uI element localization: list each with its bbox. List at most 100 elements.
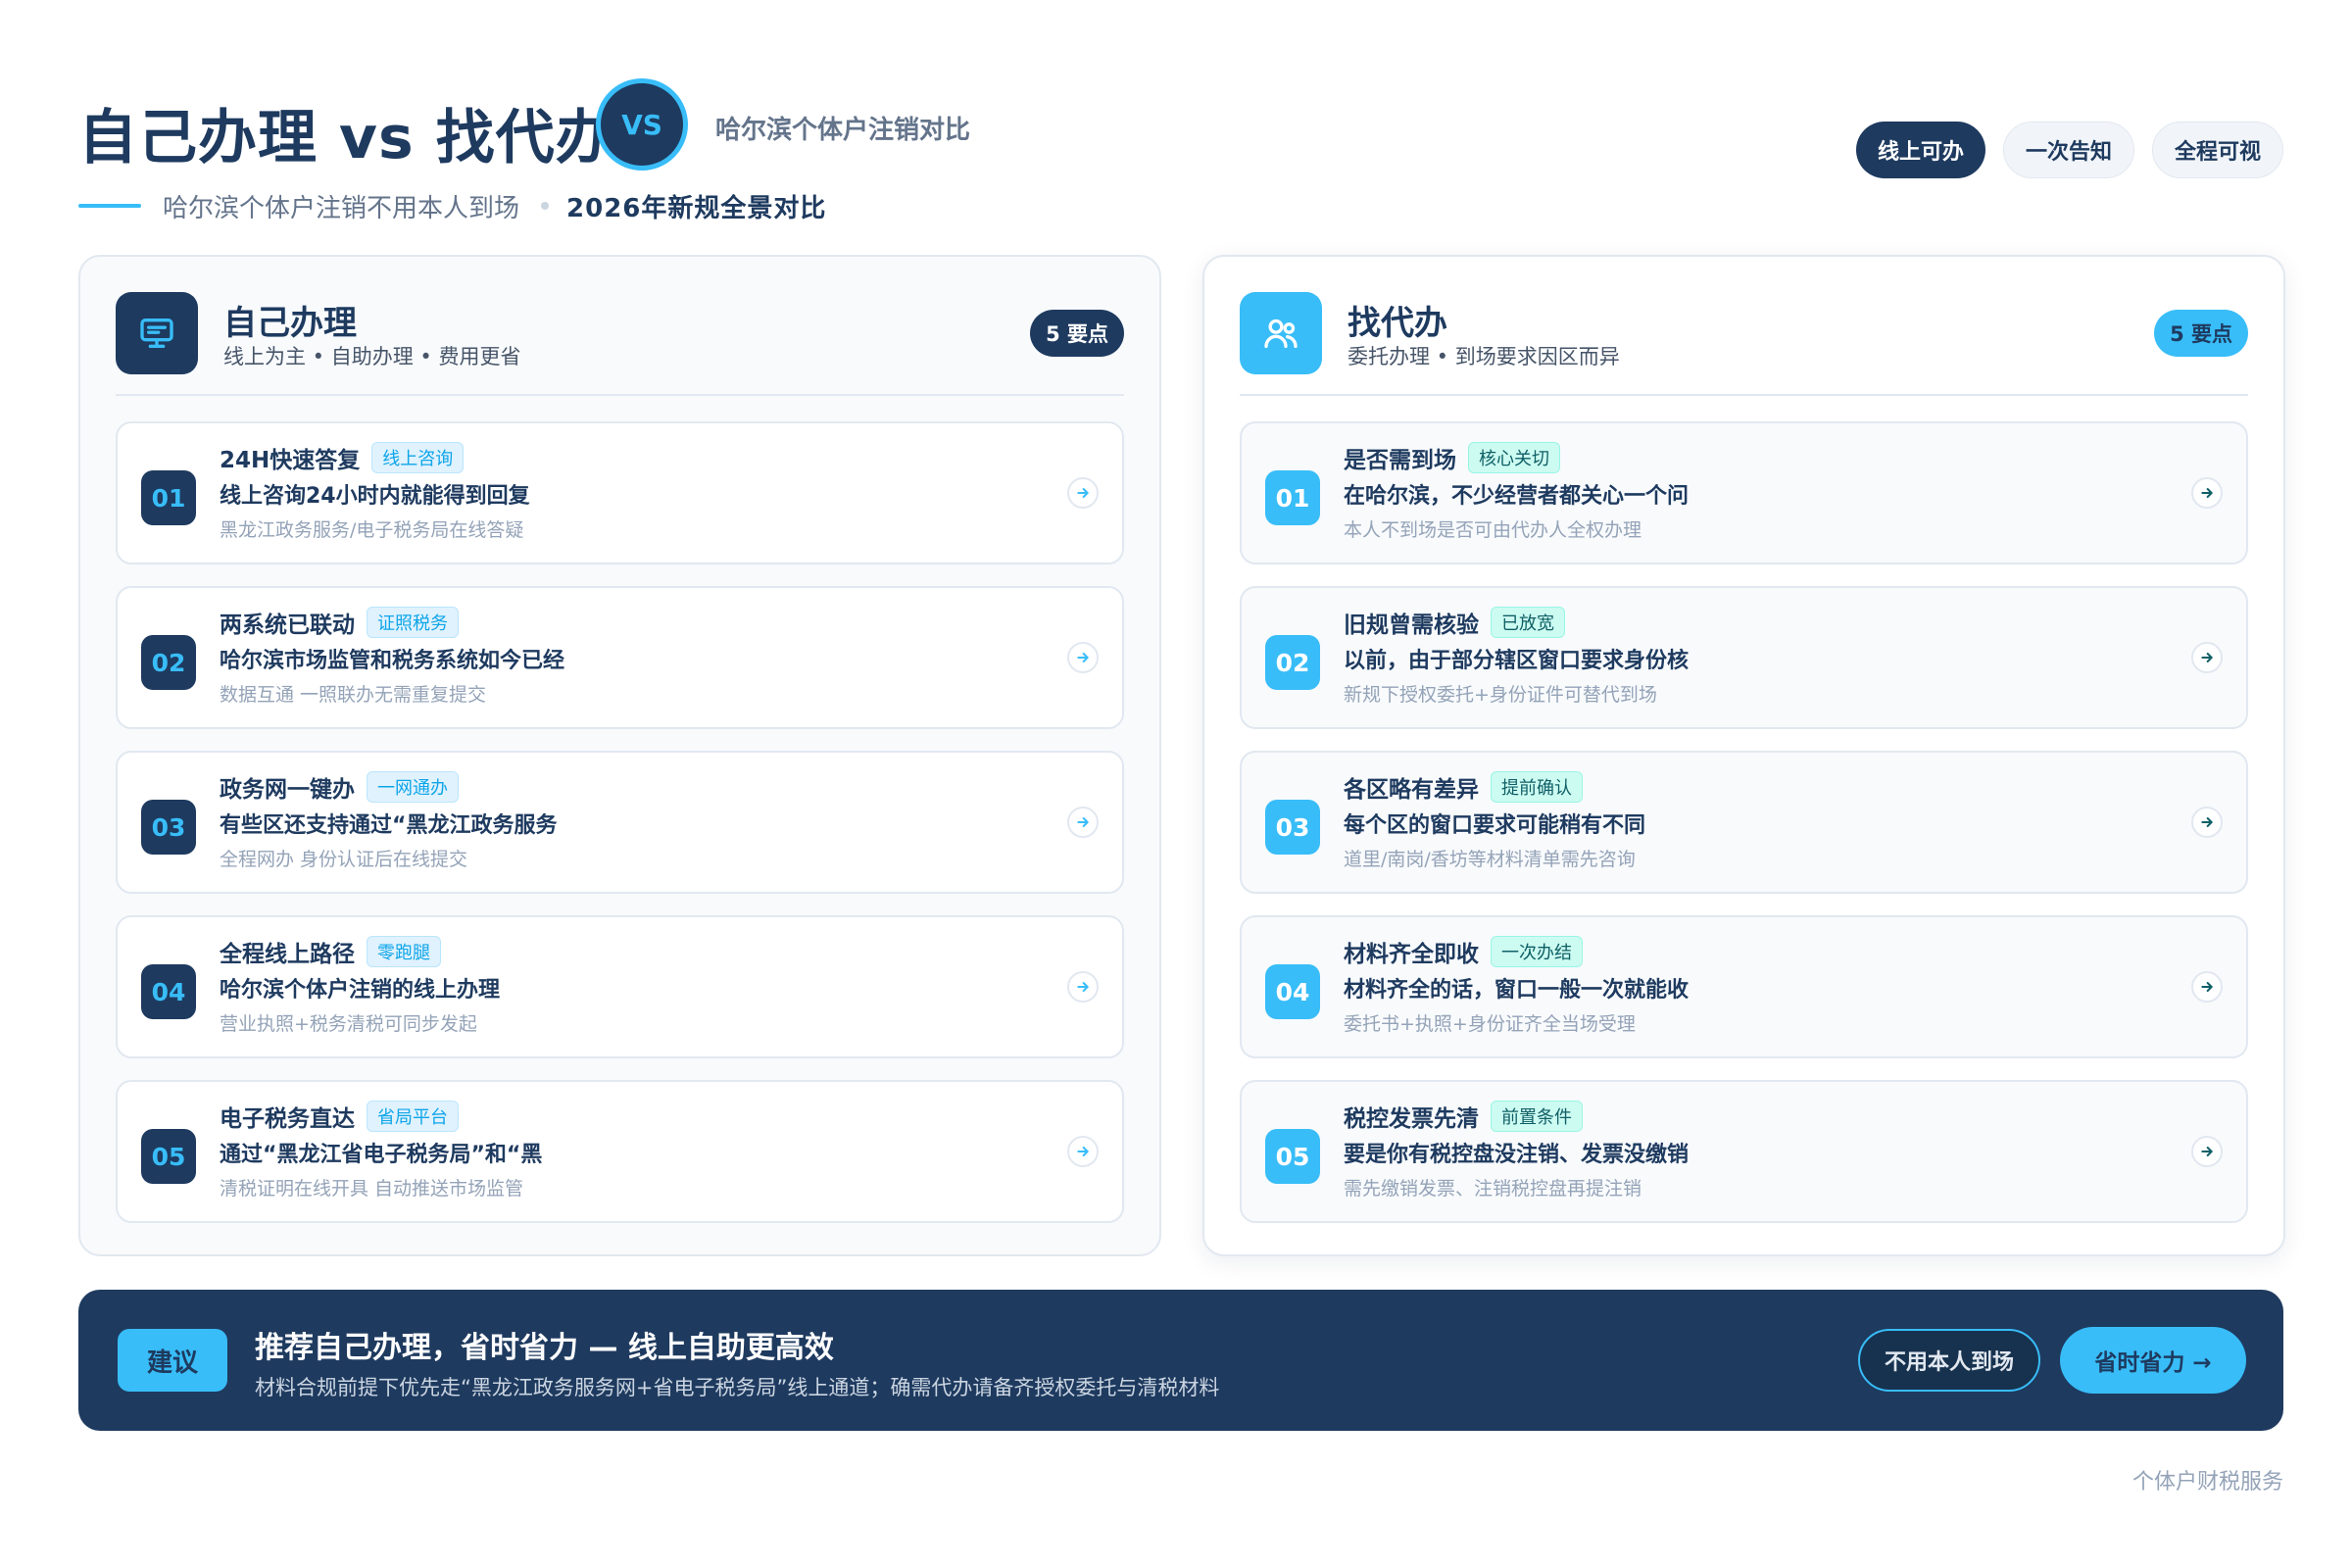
item-title: 是否需到场 <box>1344 448 1456 473</box>
item-number: 02 <box>141 635 196 690</box>
panel-header: 自己办理 线上为主 • 自助办理 • 费用更省 5 要点 <box>116 292 1124 396</box>
item-desc: 有些区还支持通过“黑龙江政务服务 <box>220 813 558 838</box>
banner-subtitle: 材料合规前提下优先走“黑龙江政务服务网+省电子税务局”线上通道；确需代办请备齐授… <box>255 1376 1220 1399</box>
item-number: 01 <box>141 470 196 525</box>
users-icon <box>1240 292 1322 374</box>
pill-visible[interactable]: 全程可视 <box>2151 122 2283 178</box>
item-number: 03 <box>141 800 196 855</box>
item-tag: 前置条件 <box>1491 1101 1583 1132</box>
list-item[interactable]: 03 各区略有差异 提前确认 每个区的窗口要求可能稍有不同 道里/南岗/香坊等材料… <box>1240 751 2248 894</box>
item-note: 需先缴销发票、注销税控盘再提注销 <box>1344 1178 1642 1200</box>
arrow-right-icon[interactable] <box>2191 477 2223 509</box>
list-item[interactable]: 04 全程线上路径 零跑腿 哈尔滨个体户注销的线上办理 营业执照+税务清税可同步发… <box>116 915 1124 1058</box>
item-list: 01 24H快速答复 线上咨询 线上咨询24小时内就能得到回复 黑龙江政务服务/电… <box>116 421 1124 1245</box>
item-desc: 材料齐全的话，窗口一般一次就能收 <box>1344 978 1690 1003</box>
arrow-right-icon[interactable] <box>2191 642 2223 673</box>
item-desc: 哈尔滨个体户注销的线上办理 <box>220 978 501 1003</box>
panel-title: 找代办 <box>1348 304 1447 343</box>
item-title: 材料齐全即收 <box>1344 942 1479 967</box>
panel-title: 自己办理 <box>223 304 357 343</box>
item-title: 税控发票先清 <box>1344 1106 1479 1132</box>
vs-badge: VS <box>596 78 688 171</box>
item-number: 02 <box>1265 635 1320 690</box>
arrow-right-icon[interactable] <box>1067 477 1099 509</box>
item-title: 各区略有差异 <box>1344 777 1479 803</box>
item-tag: 一次办结 <box>1491 936 1583 967</box>
item-note: 新规下授权委托+身份证件可替代到场 <box>1344 684 1657 706</box>
header-subtitle: 哈尔滨个体户注销对比 <box>715 116 971 145</box>
item-title: 电子税务直达 <box>220 1106 355 1132</box>
list-item[interactable]: 04 材料齐全即收 一次办结 材料齐全的话，窗口一般一次就能收 委托书+执照+身份… <box>1240 915 2248 1058</box>
item-number: 05 <box>1265 1129 1320 1184</box>
item-note: 全程网办 身份认证后在线提交 <box>220 849 468 870</box>
item-desc: 以前，由于部分辖区窗口要求身份核 <box>1344 649 1690 673</box>
list-item[interactable]: 05 电子税务直达 省局平台 通过“黑龙江省电子税务局”和“黑 清税证明在线开具 … <box>116 1080 1124 1223</box>
pill-online[interactable]: 线上可办 <box>1855 122 1985 178</box>
subline-bold-text: 2026年新规全景对比 <box>566 193 827 223</box>
arrow-right-icon[interactable] <box>1067 971 1099 1003</box>
item-tag: 省局平台 <box>367 1101 459 1132</box>
monitor-icon <box>116 292 198 374</box>
pill-one-notice[interactable]: 一次告知 <box>2002 122 2134 178</box>
self-handle-panel: 自己办理 线上为主 • 自助办理 • 费用更省 5 要点 01 24H快速答复线… <box>78 255 1161 1256</box>
item-title: 政务网一键办 <box>220 777 355 803</box>
item-desc: 哈尔滨市场监管和税务系统如今已经 <box>220 649 565 673</box>
panel-subtitle: 线上为主 • 自助办理 • 费用更省 <box>223 345 521 368</box>
item-note: 营业执照+税务清税可同步发起 <box>220 1013 477 1035</box>
item-title: 两系统已联动 <box>220 612 355 638</box>
item-desc: 要是你有税控盘没注销、发票没缴销 <box>1344 1143 1690 1167</box>
arrow-right-icon[interactable] <box>1067 1136 1099 1167</box>
subline-text: 哈尔滨个体户注销不用本人到场 <box>163 193 520 223</box>
item-tag: 一网通办 <box>367 771 459 803</box>
item-note: 道里/南岗/香坊等材料清单需先咨询 <box>1344 849 1636 870</box>
item-tag: 证照税务 <box>367 607 459 638</box>
panel-header: 找代办 委托办理 • 到场要求因区而异 5 要点 <box>1240 292 2248 396</box>
no-presence-button[interactable]: 不用本人到场 <box>1858 1329 2040 1392</box>
arrow-right-icon[interactable] <box>1067 807 1099 838</box>
item-title: 旧规曾需核验 <box>1344 612 1479 638</box>
subline: 哈尔滨个体户注销不用本人到场 2026年新规全景对比 <box>78 186 826 225</box>
subline-dot <box>541 202 550 210</box>
item-tag: 线上咨询 <box>371 442 465 473</box>
item-note: 数据互通 一照联办无需重复提交 <box>220 684 487 706</box>
item-note: 黑龙江政务服务/电子税务局在线答疑 <box>220 519 524 541</box>
item-number: 04 <box>1265 964 1320 1019</box>
item-tag: 已放宽 <box>1491 607 1565 638</box>
item-list: 01 是否需到场 核心关切 在哈尔滨，不少经营者都关心一个问 本人不到场是否可由代… <box>1240 421 2248 1245</box>
item-note: 委托书+执照+身份证齐全当场受理 <box>1344 1013 1636 1035</box>
header: 自己办理 vs 找代办 VS 哈尔滨个体户注销对比 哈尔滨个体户注销不用本人到场… <box>78 76 2283 233</box>
arrow-right-icon[interactable] <box>1067 642 1099 673</box>
recommendation-tag: 建议 <box>118 1329 227 1392</box>
page-title: 自己办理 vs 找代办 <box>78 104 615 172</box>
feature-pills: 线上可办 一次告知 全程可视 <box>1855 122 2283 178</box>
recommendation-banner: 建议 推荐自己办理，省时省力 — 线上自助更高效 材料合规前提下优先走“黑龙江政… <box>78 1290 2283 1431</box>
count-badge: 5 要点 <box>1030 310 1124 357</box>
list-item[interactable]: 02 两系统已联动 证照税务 哈尔滨市场监管和税务系统如今已经 数据互通 一照联办… <box>116 586 1124 729</box>
item-number: 04 <box>141 964 196 1019</box>
agent-handle-panel: 找代办 委托办理 • 到场要求因区而异 5 要点 01 是否需到场 核心关切 在哈… <box>1202 255 2285 1256</box>
subline-accent-bar <box>78 204 141 208</box>
item-note: 本人不到场是否可由代办人全权办理 <box>1344 519 1642 541</box>
save-effort-button[interactable]: 省时省力 → <box>2060 1327 2246 1394</box>
footer-brand: 个体户财税服务 <box>2132 1470 2283 1494</box>
item-title: 24H快速答复 <box>220 448 361 473</box>
list-item[interactable]: 03 政务网一键办 一网通办 有些区还支持通过“黑龙江政务服务 全程网办 身份认证… <box>116 751 1124 894</box>
list-item[interactable]: 02 旧规曾需核验 已放宽 以前，由于部分辖区窗口要求身份核 新规下授权委托+身份… <box>1240 586 2248 729</box>
list-item[interactable]: 01 是否需到场 核心关切 在哈尔滨，不少经营者都关心一个问 本人不到场是否可由代… <box>1240 421 2248 564</box>
arrow-right-icon[interactable] <box>2191 807 2223 838</box>
item-desc: 每个区的窗口要求可能稍有不同 <box>1344 813 1646 838</box>
arrow-right-icon[interactable] <box>2191 971 2223 1003</box>
arrow-right-icon[interactable] <box>2191 1136 2223 1167</box>
item-number: 03 <box>1265 800 1320 855</box>
list-item[interactable]: 01 24H快速答复 线上咨询 线上咨询24小时内就能得到回复 黑龙江政务服务/电… <box>116 421 1124 564</box>
panel-subtitle: 委托办理 • 到场要求因区而异 <box>1348 345 1620 368</box>
item-note: 清税证明在线开具 自动推送市场监管 <box>220 1178 524 1200</box>
list-item[interactable]: 05 税控发票先清 前置条件 要是你有税控盘没注销、发票没缴销 需先缴销发票、注销… <box>1240 1080 2248 1223</box>
count-badge: 5 要点 <box>2154 310 2248 357</box>
item-title: 全程线上路径 <box>220 942 355 967</box>
item-number: 01 <box>1265 470 1320 525</box>
item-number: 05 <box>141 1129 196 1184</box>
item-tag: 核心关切 <box>1468 442 1560 473</box>
item-desc: 线上咨询24小时内就能得到回复 <box>220 484 530 509</box>
item-tag: 零跑腿 <box>367 936 441 967</box>
